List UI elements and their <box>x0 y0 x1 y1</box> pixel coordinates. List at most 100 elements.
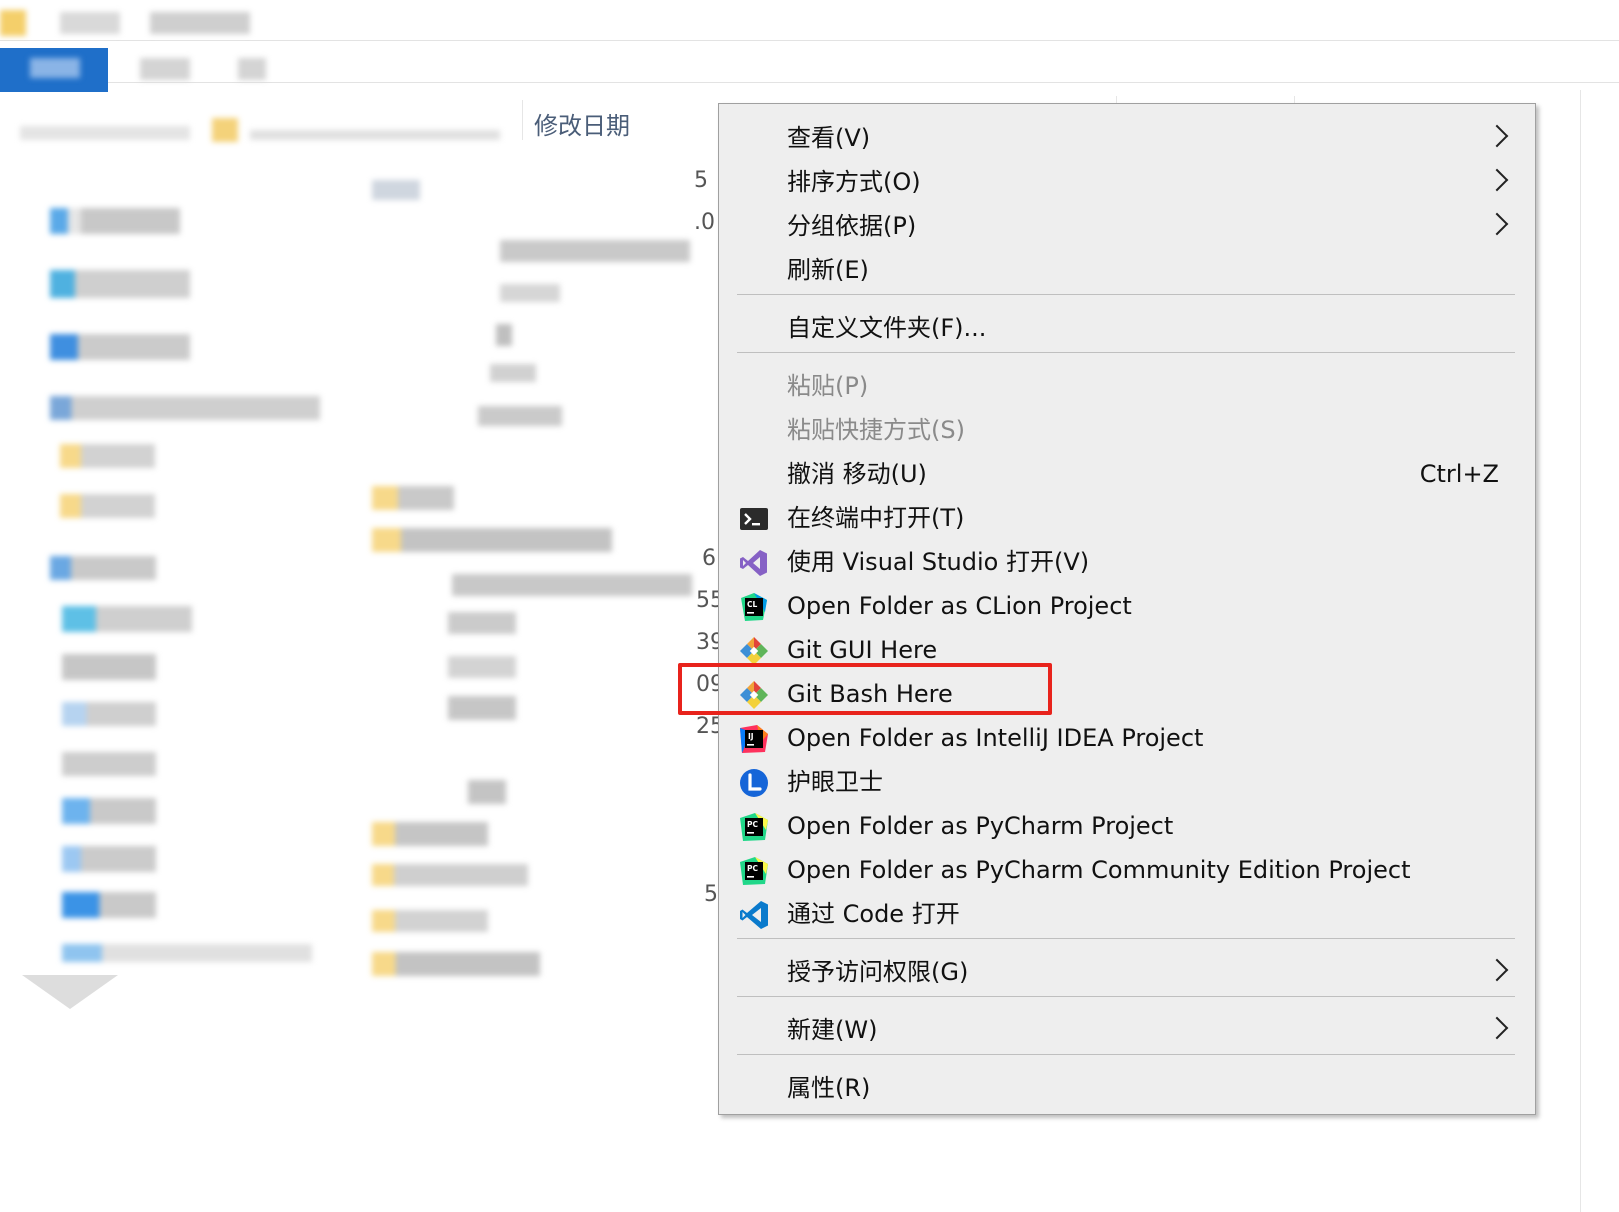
nav-item[interactable] <box>62 702 156 726</box>
ribbon-divider <box>0 40 1619 41</box>
menu-separator <box>737 938 1515 939</box>
file-row[interactable] <box>372 528 612 552</box>
menu-item-open-as-pycharm[interactable]: PC Open Folder as PyCharm Project <box>719 804 1535 848</box>
nav-item[interactable] <box>62 892 156 918</box>
menu-item-open-with-code[interactable]: 通过 Code 打开 <box>719 892 1535 936</box>
menu-item-customize-folder[interactable]: 自定义文件夹(F)... <box>719 306 1535 350</box>
menu-item-open-as-pycharm-ce[interactable]: PC Open Folder as PyCharm Community Edit… <box>719 848 1535 892</box>
file-row[interactable] <box>448 696 516 720</box>
menu-item-sort-by[interactable]: 排序方式(O) <box>719 160 1535 204</box>
menu-item-label: 查看(V) <box>787 124 871 152</box>
menu-item-open-as-intellij[interactable]: IJ Open Folder as IntelliJ IDEA Project <box>719 716 1535 760</box>
nav-item[interactable] <box>60 494 155 518</box>
file-row[interactable] <box>372 910 488 932</box>
file-row[interactable] <box>500 284 560 302</box>
menu-item-refresh[interactable]: 刷新(E) <box>719 248 1535 292</box>
submenu-arrow-icon <box>1485 958 1509 982</box>
collapse-caret-icon <box>22 975 118 1009</box>
menu-item-paste-shortcut[interactable]: 粘贴快捷方式(S) <box>719 408 1535 452</box>
nav-item[interactable] <box>50 334 190 360</box>
svg-text:CL: CL <box>747 600 758 609</box>
menu-item-view[interactable]: 查看(V) <box>719 116 1535 160</box>
menu-item-label: 粘贴快捷方式(S) <box>787 416 965 444</box>
submenu-arrow-icon <box>1485 212 1509 236</box>
menu-item-label: Open Folder as IntelliJ IDEA Project <box>787 724 1204 752</box>
file-row[interactable] <box>372 822 488 846</box>
menu-item-undo-move[interactable]: 撤消 移动(U) Ctrl+Z <box>719 452 1535 496</box>
menu-item-open-in-terminal[interactable]: 在终端中打开(T) <box>719 496 1535 540</box>
menu-item-label: 护眼卫士 <box>787 768 883 796</box>
file-row[interactable] <box>372 952 540 976</box>
nav-item[interactable] <box>62 606 192 632</box>
menu-separator <box>737 996 1515 997</box>
svg-text:PC: PC <box>747 820 758 829</box>
menu-separator <box>737 352 1515 353</box>
menu-item-label: 通过 Code 打开 <box>787 900 960 928</box>
menu-item-label: 属性(R) <box>787 1074 871 1102</box>
submenu-arrow-icon <box>1485 168 1509 192</box>
nav-item[interactable] <box>60 444 155 468</box>
blurred-path <box>250 130 500 140</box>
nav-item[interactable] <box>50 556 156 580</box>
file-row[interactable] <box>468 780 506 804</box>
blurred-tab[interactable] <box>140 58 190 80</box>
menu-item-label: 在终端中打开(T) <box>787 504 965 532</box>
nav-item[interactable] <box>50 396 320 420</box>
intellij-icon: IJ <box>740 725 768 753</box>
nav-item[interactable] <box>50 208 180 234</box>
file-row[interactable] <box>500 240 690 262</box>
visual-studio-icon <box>740 550 767 576</box>
folder-icon <box>0 10 26 36</box>
address-divider <box>0 82 1619 83</box>
date-fragment: 6 <box>702 546 716 571</box>
nav-item[interactable] <box>62 798 156 824</box>
menu-item-paste[interactable]: 粘贴(P) <box>719 364 1535 408</box>
folder-icon <box>212 118 238 142</box>
svg-text:IJ: IJ <box>748 732 754 741</box>
menu-item-open-with-visual-studio[interactable]: 使用 Visual Studio 打开(V) <box>719 540 1535 584</box>
menu-item-label: 自定义文件夹(F)... <box>787 314 987 342</box>
nav-item[interactable] <box>62 654 156 680</box>
nav-item[interactable] <box>62 846 156 872</box>
menu-item-label: 排序方式(O) <box>787 168 921 196</box>
menu-separator <box>737 1054 1515 1055</box>
git-gui-icon <box>740 637 768 665</box>
menu-item-shortcut: Ctrl+Z <box>1419 460 1499 488</box>
nav-item[interactable] <box>62 752 156 776</box>
menu-item-label: Open Folder as CLion Project <box>787 592 1132 620</box>
file-row[interactable] <box>496 324 512 346</box>
menu-item-group-by[interactable]: 分组依据(P) <box>719 204 1535 248</box>
date-fragment: .0 <box>694 210 715 235</box>
menu-item-new[interactable]: 新建(W) <box>719 1008 1535 1052</box>
menu-item-label: 撤消 移动(U) <box>787 460 927 488</box>
pycharm-icon: PC <box>740 813 768 841</box>
file-row[interactable] <box>448 656 516 678</box>
menu-item-give-access[interactable]: 授予访问权限(G) <box>719 950 1535 994</box>
file-row[interactable] <box>372 864 528 886</box>
column-header-modified-date[interactable]: 修改日期 <box>534 106 630 141</box>
file-row[interactable] <box>372 486 454 510</box>
menu-separator <box>737 294 1515 295</box>
blurred-tab[interactable] <box>238 58 266 80</box>
nav-item[interactable] <box>62 944 312 962</box>
menu-item-properties[interactable]: 属性(R) <box>719 1066 1535 1110</box>
file-row[interactable] <box>490 364 536 382</box>
file-row[interactable] <box>448 612 516 634</box>
blurred-title <box>60 12 120 34</box>
vscode-icon <box>740 901 768 929</box>
blurred-tab-label <box>30 58 80 78</box>
file-row[interactable] <box>372 180 420 200</box>
column-divider <box>522 100 523 140</box>
file-row[interactable] <box>478 406 562 426</box>
date-fragment: 5 <box>694 168 708 193</box>
menu-item-open-as-clion[interactable]: CL Open Folder as CLion Project <box>719 584 1535 628</box>
menu-item-label: 授予访问权限(G) <box>787 958 969 986</box>
file-row[interactable] <box>452 574 692 596</box>
svg-text:PC: PC <box>747 864 758 873</box>
nav-item[interactable] <box>50 270 190 298</box>
menu-item-label: Open Folder as PyCharm Project <box>787 812 1174 840</box>
menu-item-eye-guard[interactable]: 护眼卫士 <box>719 760 1535 804</box>
menu-item-label: 新建(W) <box>787 1016 878 1044</box>
menu-item-label: 刷新(E) <box>787 256 869 284</box>
submenu-arrow-icon <box>1485 1016 1509 1040</box>
